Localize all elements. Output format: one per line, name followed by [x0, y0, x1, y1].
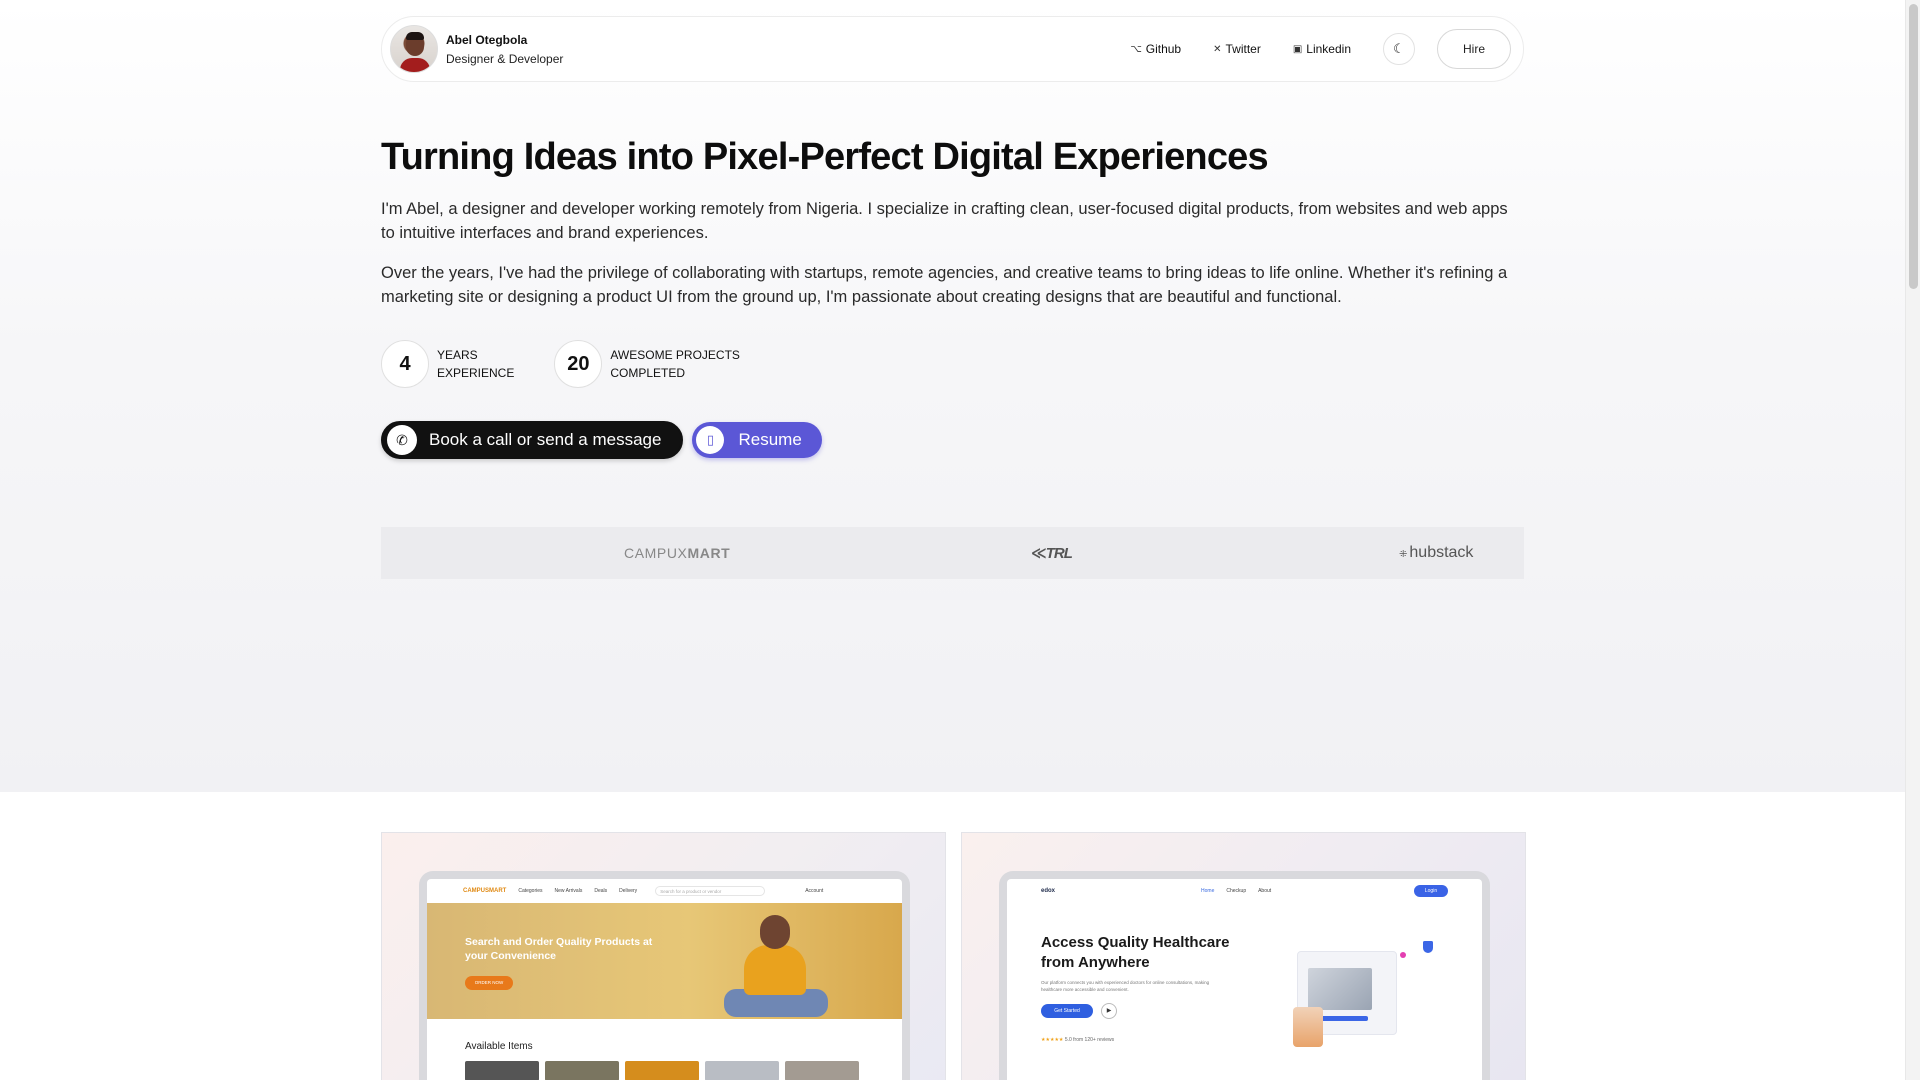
resume-label: Resume	[738, 430, 802, 449]
x-icon: ✕	[1213, 43, 1222, 55]
client-logos: CAMPUXMART ≪TRL ⁜ hubstack	[381, 527, 1524, 579]
trl-logo: ≪TRL	[1031, 545, 1073, 562]
hire-button[interactable]: Hire	[1437, 29, 1511, 69]
intro-paragraph: I'm Abel, a designer and developer worki…	[381, 200, 1508, 242]
mock-search: Search for a product or vendor	[655, 886, 766, 896]
stat-years-label-1: Years	[437, 348, 478, 362]
header-nav: ⌥ Github ✕ Twitter ▣ Linkedin ☾ Hire	[1098, 29, 1511, 69]
edox-mock-logo: edox	[1041, 888, 1056, 894]
phone-icon: ✆	[387, 425, 417, 455]
campusmart-mock-logo: CAMPUSMART	[463, 888, 507, 894]
linkedin-label: Linkedin	[1306, 42, 1351, 56]
stat-projects-label-2: Completed	[610, 366, 686, 380]
mock-thumbnails	[465, 1061, 865, 1080]
stat-years-label-2: Experience	[437, 366, 515, 380]
hero-background	[0, 0, 1905, 792]
book-call-button[interactable]: ✆ Book a call or send a message	[381, 421, 684, 459]
page-title: Turning Ideas into Pixel-Perfect Digital…	[381, 136, 1269, 178]
twitter-link[interactable]: ✕ Twitter	[1213, 42, 1261, 56]
project-screenshot: CAMPUSMART Categories New Arrivals Deals…	[427, 879, 902, 1080]
scrollbar[interactable]	[1905, 0, 1920, 1080]
github-label: Github	[1145, 42, 1182, 56]
linkedin-icon: ▣	[1292, 43, 1303, 55]
shield-icon	[1423, 941, 1433, 953]
owner-role: Designer & Developer	[446, 51, 564, 66]
twitter-label: Twitter	[1225, 42, 1261, 56]
project-card-campusmart[interactable]: CAMPUSMART Categories New Arrivals Deals…	[381, 832, 946, 1080]
device-frame: edox Home Checkup About Login Access Qua…	[999, 871, 1490, 1080]
banner-person-image	[722, 909, 832, 1019]
moon-icon: ☾	[1393, 41, 1405, 56]
play-icon: ▶	[1101, 1003, 1117, 1019]
avatar	[390, 25, 438, 73]
book-call-label: Book a call or send a message	[429, 430, 662, 449]
owner-name: Abel Otegbola	[446, 32, 528, 47]
stat-projects-number: 20	[554, 340, 603, 388]
device-frame: CAMPUSMART Categories New Arrivals Deals…	[419, 871, 910, 1080]
stat-years-number: 4	[381, 340, 429, 388]
linkedin-link[interactable]: ▣ Linkedin	[1293, 42, 1351, 56]
resume-button[interactable]: ▯ Resume	[692, 422, 822, 458]
stat-projects-label-1: Awesome Projects	[610, 348, 740, 362]
stat-projects: 20 Awesome Projects Completed	[554, 340, 740, 388]
brand: Abel Otegbola Designer & Developer	[446, 33, 563, 66]
experience-paragraph: Over the years, I've had the privilege o…	[381, 264, 1508, 306]
mock-doctor-image	[1293, 1007, 1323, 1047]
document-icon: ▯	[696, 426, 725, 454]
hubstack-logo: ⁜ hubstack	[1399, 544, 1474, 561]
stat-years: 4 Years Experience	[381, 340, 514, 388]
mock-banner: Search and Order Quality Products at you…	[427, 903, 902, 1019]
project-card-edox[interactable]: edox Home Checkup About Login Access Qua…	[961, 832, 1526, 1080]
cta-row: ✆ Book a call or send a message ▯ Resume	[381, 421, 1524, 459]
site-header: Abel Otegbola Designer & Developer ⌥ Git…	[381, 16, 1524, 82]
github-link[interactable]: ⌥ Github	[1130, 42, 1181, 56]
campusmart-logo: CAMPUXMART	[624, 545, 731, 561]
stats: 4 Years Experience 20 Awesome Projects C…	[381, 340, 1524, 388]
project-screenshot: edox Home Checkup About Login Access Qua…	[1007, 879, 1482, 1080]
github-icon: ⌥	[1130, 43, 1142, 55]
theme-toggle-button[interactable]: ☾	[1383, 33, 1415, 65]
